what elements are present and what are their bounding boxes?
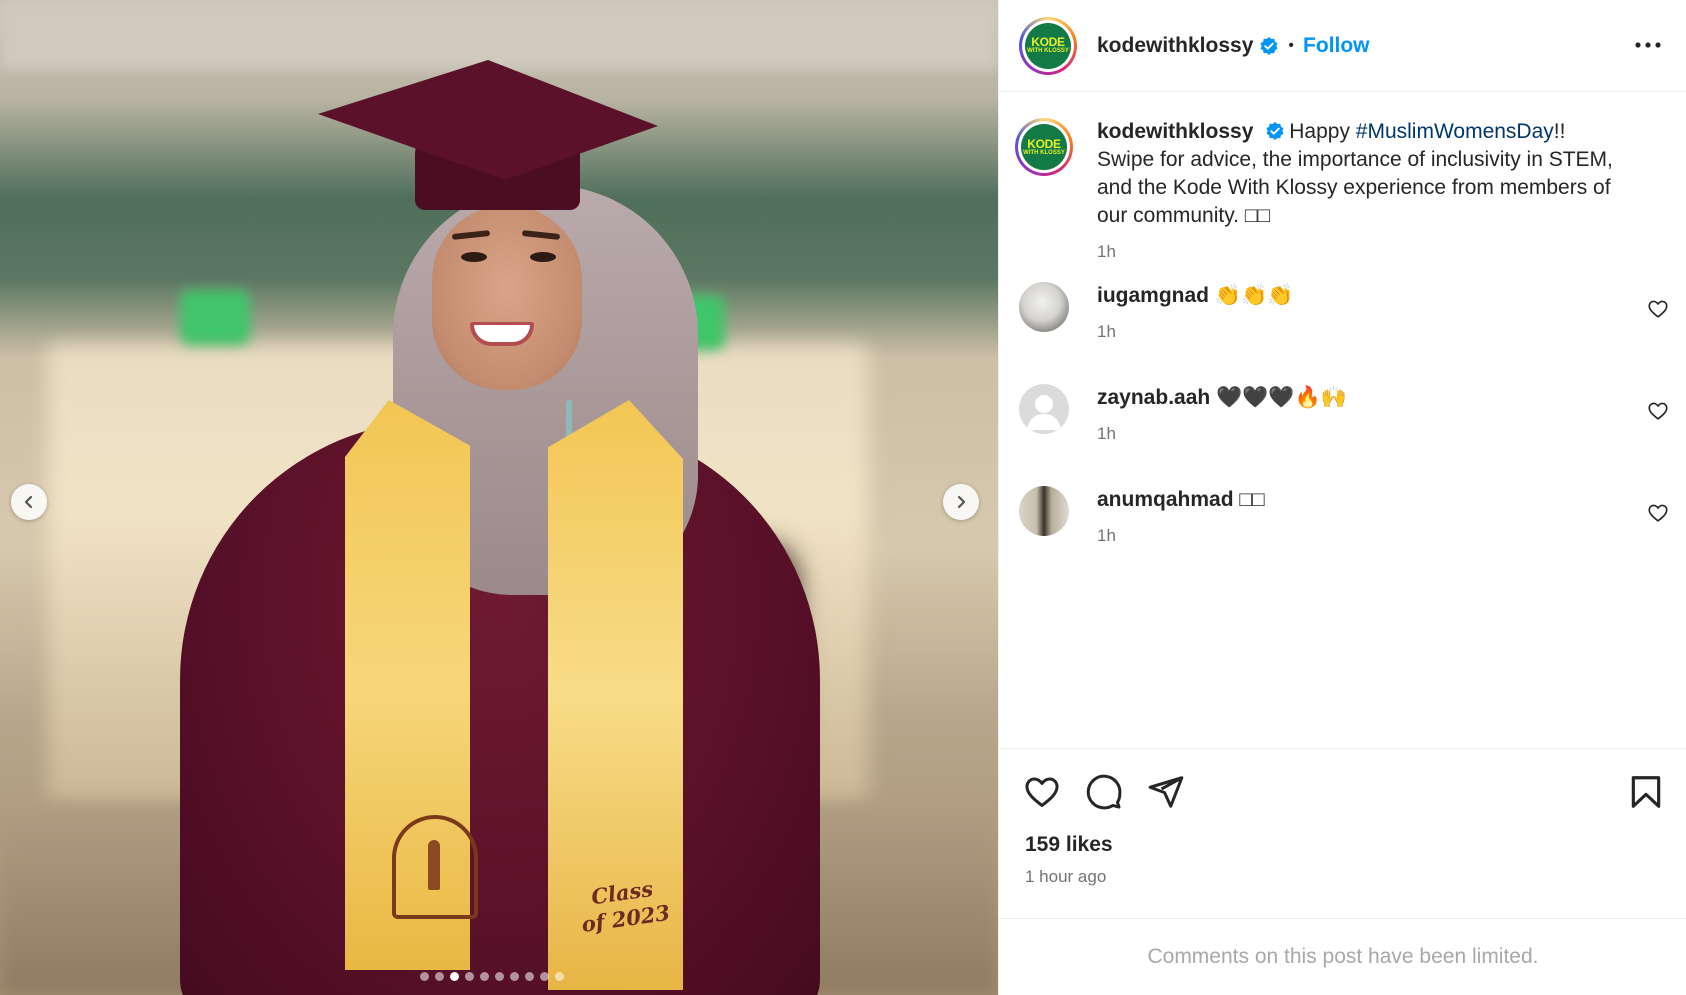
verified-badge-icon — [1265, 121, 1285, 141]
carousel-dot — [495, 972, 504, 981]
mortarboard — [318, 60, 658, 180]
carousel-dot — [555, 972, 564, 981]
comment-item: iugamgnad 👏👏👏 1h — [1019, 282, 1669, 342]
comment-item: zaynab.aah 🖤🖤🖤🔥🙌 1h — [1019, 384, 1669, 444]
eye — [530, 252, 556, 262]
more-options-button[interactable] — [1633, 30, 1663, 60]
chevron-left-icon — [24, 495, 33, 509]
post-timestamp[interactable]: 1 hour ago — [1025, 867, 1106, 887]
comments-section: KODE WITH KLOSSY kodewithklossy Happy #M… — [999, 92, 1686, 748]
bookmark-icon[interactable] — [1627, 773, 1665, 811]
background-green-light — [180, 290, 250, 345]
author-username[interactable]: kodewithklossy — [1097, 34, 1253, 58]
heart-icon[interactable] — [1647, 502, 1669, 524]
verified-badge-icon — [1259, 36, 1279, 56]
heart-icon[interactable] — [1647, 400, 1669, 422]
comment-timestamp[interactable]: 1h — [1097, 322, 1627, 342]
carousel-dot — [435, 972, 444, 981]
commenter-avatar[interactable] — [1019, 282, 1069, 332]
more-options-icon — [1635, 42, 1661, 48]
comment-username[interactable]: zaynab.aah — [1097, 386, 1210, 409]
carousel-dot — [420, 972, 429, 981]
caption: KODE WITH KLOSSY kodewithklossy Happy #M… — [1015, 118, 1669, 262]
carousel-dot — [525, 972, 534, 981]
default-avatar-icon — [1027, 395, 1061, 430]
carousel-dot — [480, 972, 489, 981]
carousel-indicator — [420, 972, 564, 981]
author-avatar[interactable]: KODE WITH KLOSSY — [1019, 16, 1077, 75]
kode-with-klossy-logo: KODE WITH KLOSSY — [1021, 124, 1067, 170]
comment-timestamp[interactable]: 1h — [1097, 424, 1627, 444]
action-bar: 159 likes 1 hour ago — [999, 748, 1686, 918]
follow-button[interactable]: Follow — [1303, 34, 1370, 58]
comment-timestamp[interactable]: 1h — [1097, 526, 1627, 546]
post-header: KODE WITH KLOSSY kodewithklossy • Follow — [999, 0, 1686, 92]
caption-author-avatar[interactable]: KODE WITH KLOSSY — [1015, 118, 1073, 176]
carousel-next-button[interactable] — [943, 484, 979, 520]
carousel-dot — [510, 972, 519, 981]
kode-with-klossy-logo: KODE WITH KLOSSY — [1025, 22, 1071, 69]
comment-username[interactable]: iugamgnad — [1097, 284, 1209, 307]
hashtag-link[interactable]: #MuslimWomensDay — [1356, 120, 1554, 143]
share-icon[interactable] — [1147, 773, 1185, 811]
like-count[interactable]: 159 likes — [1025, 833, 1113, 857]
carousel-prev-button[interactable] — [11, 484, 47, 520]
carousel-dot — [465, 972, 474, 981]
carousel-dot — [540, 972, 549, 981]
comment-text: □□ — [1239, 488, 1265, 511]
smile — [470, 322, 534, 346]
chevron-right-icon — [957, 495, 966, 509]
background-ceiling — [0, 0, 998, 70]
caption-username[interactable]: kodewithklossy — [1097, 120, 1253, 143]
torch-icon — [428, 840, 440, 890]
comments-limited-notice: Comments on this post have been limited. — [999, 918, 1686, 995]
comment-item: anumqahmad □□ 1h — [1019, 486, 1669, 546]
comment-icon[interactable] — [1085, 773, 1123, 811]
eye — [461, 252, 487, 262]
separator-dot: • — [1288, 36, 1294, 54]
heart-icon[interactable] — [1647, 298, 1669, 320]
caption-text: kodewithklossy Happy #MuslimWomensDay!! … — [1097, 118, 1627, 230]
comment-text: 👏👏👏 — [1214, 284, 1294, 307]
heart-icon[interactable] — [1023, 773, 1061, 811]
carousel-dot — [450, 972, 459, 981]
caption-timestamp[interactable]: 1h — [1097, 242, 1627, 262]
comment-text: 🖤🖤🖤🔥🙌 — [1216, 386, 1347, 409]
caption-text-before: Happy — [1289, 120, 1356, 143]
comment-username[interactable]: anumqahmad — [1097, 488, 1234, 511]
commenter-avatar[interactable] — [1019, 384, 1069, 434]
post-details-panel: KODE WITH KLOSSY kodewithklossy • Follow… — [998, 0, 1686, 995]
commenter-avatar[interactable] — [1019, 486, 1069, 536]
post-media: Class of 2023 — [0, 0, 998, 995]
